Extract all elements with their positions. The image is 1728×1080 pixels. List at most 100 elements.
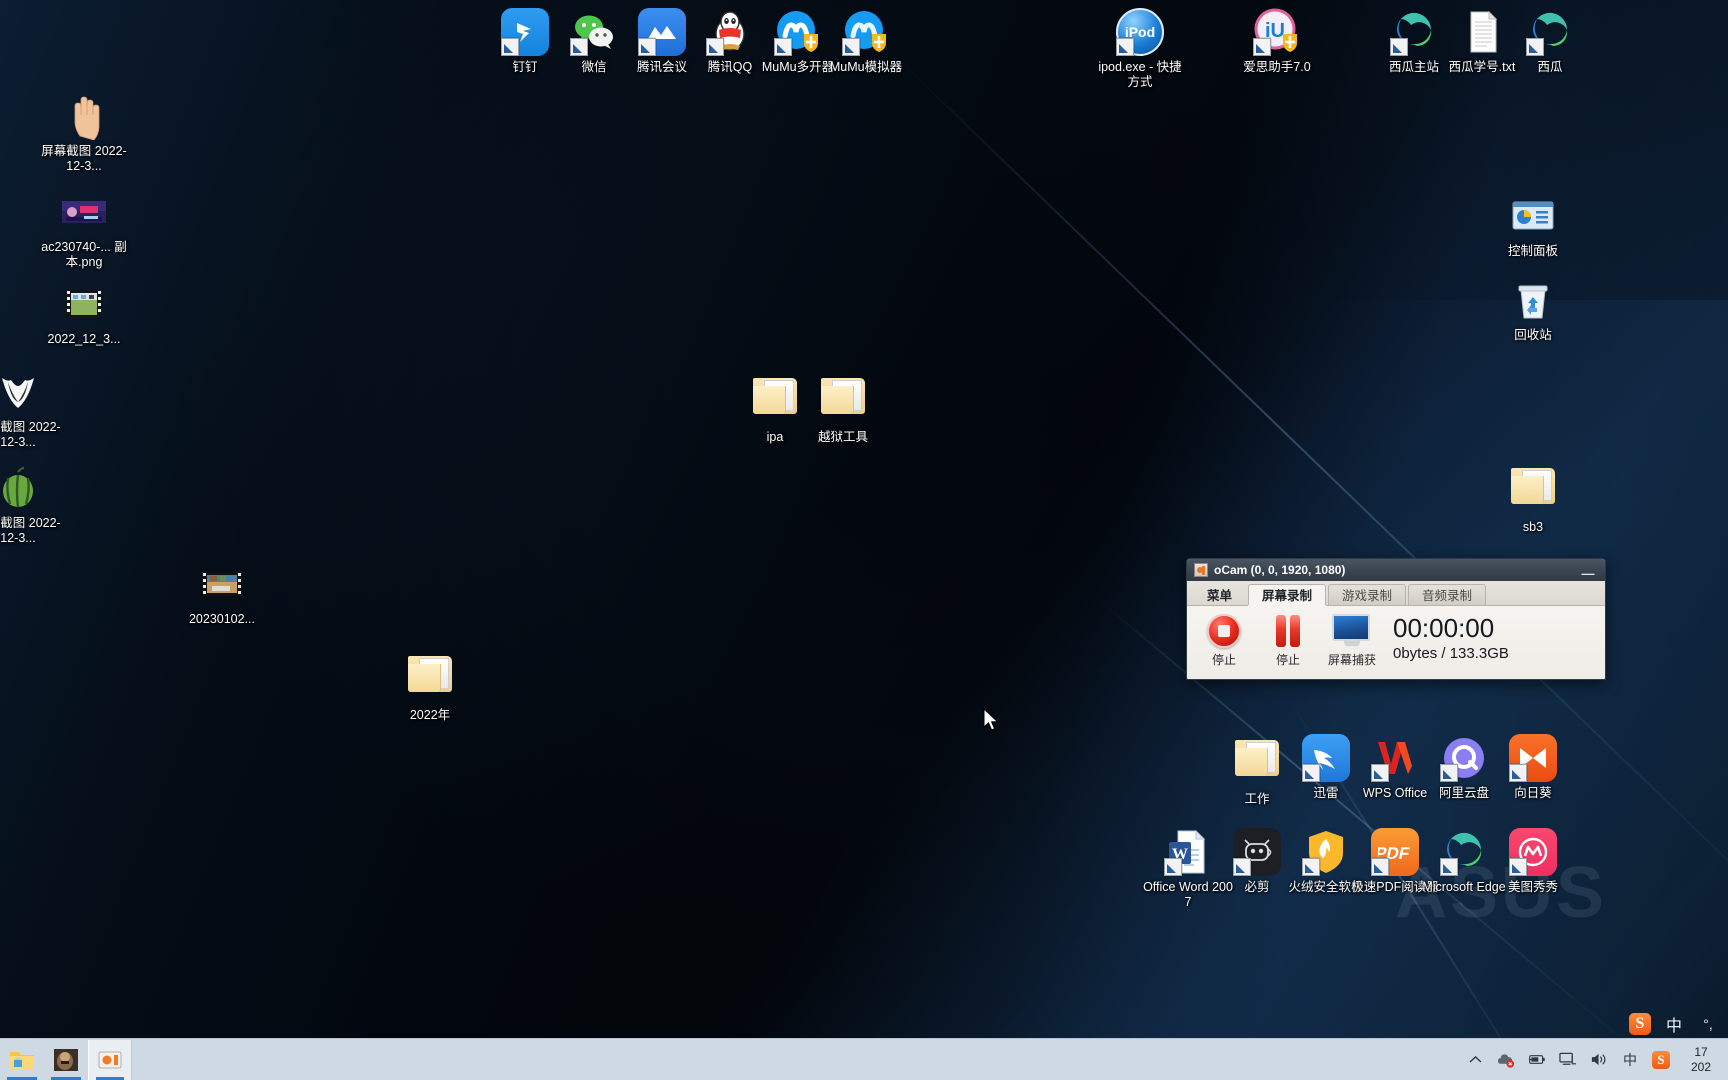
desktop-icon-sunflower-remote[interactable]: 向日葵 — [1485, 734, 1581, 801]
ime-chinese-icon[interactable]: 中 — [1662, 1012, 1686, 1036]
tencent-meeting-icon — [638, 8, 686, 56]
image-thumb-hand-icon — [60, 92, 108, 141]
wallpaper-swoosh-3 — [482, 0, 1728, 1080]
pause-record-icon — [1271, 614, 1305, 648]
icon-label: 屏幕截图 2022-12-3... — [41, 144, 127, 173]
ocam-readout: 00:00:00 0bytes / 133.3GB — [1385, 612, 1509, 664]
sogou-input-icon[interactable]: S — [1628, 1012, 1652, 1036]
svg-text:PDF: PDF — [1378, 843, 1412, 863]
icon-label: ac230740-... 副本.png — [41, 240, 127, 269]
ocam-titlebar[interactable]: oCam (0, 0, 1920, 1080) — — [1187, 559, 1605, 581]
desktop-icon-folder-2022[interactable]: 2022年 — [382, 650, 478, 723]
wallpaper-swoosh-2 — [503, 0, 1728, 1080]
ocam-tabbar[interactable]: 菜单 屏幕录制 游戏录制 音频录制 — [1187, 581, 1605, 606]
desktop-icon-aisi-assistant[interactable]: iU 爱思助手7.0 — [1229, 8, 1325, 75]
running-indicator — [7, 1076, 37, 1080]
taskbar-item-photos[interactable] — [44, 1040, 88, 1080]
tab-game-record[interactable]: 游戏录制 — [1328, 584, 1407, 605]
icon-label: 爱思助手7.0 — [1243, 60, 1311, 74]
meitu-icon — [1509, 828, 1557, 876]
recording-timer: 00:00:00 — [1393, 613, 1495, 643]
folder-ipa-icon: iU — [751, 378, 799, 426]
desktop-icon-ac230740-copy-png[interactable]: ac230740-... 副本.png — [36, 188, 132, 270]
desktop-icon-folder-sb3[interactable]: sb3 — [1485, 462, 1581, 535]
svg-text:W: W — [1172, 846, 1188, 863]
desktop-icon-xigua[interactable]: 西瓜 — [1502, 8, 1598, 75]
folder-explorer-icon — [10, 1051, 34, 1069]
desktop-icon-screenshot-melon[interactable]: 屏幕截图 2022-12-3... — [0, 464, 66, 546]
wallpaper-swoosh-4 — [380, 300, 1728, 1080]
taskbar-clock[interactable]: 17 202 — [1680, 1045, 1728, 1075]
desktop-icon-20230102-video[interactable]: 20230102... — [174, 560, 270, 627]
bijian-icon — [1233, 828, 1281, 876]
sogou-input-icon[interactable]: S — [1652, 1050, 1670, 1069]
desktop-icon-control-panel[interactable]: 控制面板 — [1485, 192, 1581, 259]
floating-tray[interactable]: S 中 °, — [1628, 1012, 1728, 1038]
minimize-button[interactable]: — — [1575, 561, 1601, 580]
video-thumb-room-icon — [198, 560, 246, 608]
icon-label: 2022_12_3... — [47, 332, 121, 346]
wps-office-icon — [1371, 734, 1419, 782]
desktop[interactable]: ASUS 钉钉 微信 腾讯会议 腾讯QQ MuMu多开器 MuMu模拟器 iPo… — [0, 0, 1728, 1080]
tab-audio-record[interactable]: 音频录制 — [1408, 584, 1487, 605]
icon-label: 西瓜 — [1537, 60, 1563, 74]
icon-label: 2022年 — [409, 708, 451, 722]
taskbar-items[interactable] — [0, 1039, 132, 1080]
edge-icon — [1526, 8, 1574, 56]
ocam-icon — [98, 1051, 122, 1068]
wechat-icon — [570, 8, 618, 56]
icon-label: 屏幕截图 2022-12-3... — [0, 516, 61, 545]
show-hidden-icons[interactable] — [1466, 1051, 1484, 1069]
screen-capture-icon — [1332, 614, 1372, 648]
ocam-title: oCam (0, 0, 1920, 1080) — [1214, 563, 1346, 577]
desktop-icon-ipod-exe[interactable]: iPod ipod.exe - 快捷方式 — [1092, 8, 1188, 90]
edge-icon — [1440, 828, 1488, 876]
folder-icon — [406, 656, 454, 704]
desktop-icon-screenshot-bird[interactable]: 屏幕截图 2022-12-3... — [0, 368, 66, 450]
battery-icon[interactable] — [1528, 1051, 1546, 1069]
control-panel-icon — [1509, 192, 1557, 240]
screen-capture-button[interactable]: 屏幕捕获 — [1321, 612, 1383, 668]
pause-record-button[interactable]: 停止 — [1257, 612, 1319, 668]
image-thumb-poster-icon — [60, 188, 108, 236]
mumu-emulator-icon — [842, 8, 890, 56]
icon-label: 美图秀秀 — [1507, 880, 1558, 894]
tencent-qq-icon — [706, 8, 754, 56]
desktop-icon-recycle-bin[interactable]: 回收站 — [1485, 276, 1581, 343]
text-file-icon — [1458, 8, 1506, 56]
desktop-icon-mumu-emulator[interactable]: MuMu模拟器 — [818, 8, 914, 75]
taskbar[interactable]: 中 S 17 202 — [0, 1038, 1728, 1080]
system-tray[interactable]: 中 S — [1466, 1050, 1680, 1069]
tool-label: 屏幕捕获 — [1327, 653, 1376, 667]
mumu-multi-icon — [774, 8, 822, 56]
tab-menu[interactable]: 菜单 — [1193, 584, 1246, 605]
ocam-window[interactable]: oCam (0, 0, 1920, 1080) — 菜单 屏幕录制 游戏录制 音… — [1186, 558, 1606, 680]
ocam-toolbar[interactable]: 停止 停止 屏幕捕获 00:00:00 0bytes / 133.3GB — [1187, 606, 1605, 678]
image-thumb-bird-icon — [0, 368, 42, 416]
desktop-icon-meitu[interactable]: 美图秀秀 — [1485, 828, 1581, 895]
icon-label: 越狱工具 — [817, 430, 868, 444]
icon-label: 回收站 — [1514, 328, 1552, 342]
svg-text:iU: iU — [1265, 20, 1285, 42]
taskbar-item-file-explorer[interactable] — [0, 1040, 44, 1080]
sunflower-remote-icon — [1509, 734, 1557, 782]
ime-punct-icon[interactable]: °, — [1696, 1012, 1720, 1036]
desktop-icon-screenshot-hand[interactable]: 屏幕截图 2022-12-3... — [36, 92, 132, 174]
recycle-bin-icon — [1509, 276, 1557, 324]
desktop-icon-folder-jailbreak[interactable]: 越狱工具 — [795, 372, 891, 445]
stop-record-button[interactable]: 停止 — [1193, 612, 1255, 668]
icon-label: 20230102... — [188, 612, 256, 626]
taskbar-item-ocam[interactable] — [88, 1039, 132, 1080]
ipod-icon: iPod — [1116, 8, 1164, 56]
desktop-icon-2022-12-3-video[interactable]: 2022_12_3... — [36, 280, 132, 347]
onedrive-offline-icon[interactable] — [1497, 1051, 1515, 1069]
tool-label: 停止 — [1211, 653, 1236, 667]
recording-size: 0bytes / 133.3GB — [1393, 645, 1509, 662]
icon-label: 控制面板 — [1507, 244, 1558, 258]
ms-word-icon: W — [1164, 828, 1212, 876]
huorong-security-icon — [1302, 828, 1350, 876]
network-icon[interactable] — [1559, 1051, 1577, 1069]
ime-chinese-icon[interactable]: 中 — [1621, 1051, 1639, 1069]
tab-screen-record[interactable]: 屏幕录制 — [1248, 584, 1327, 605]
volume-icon[interactable] — [1590, 1051, 1608, 1069]
